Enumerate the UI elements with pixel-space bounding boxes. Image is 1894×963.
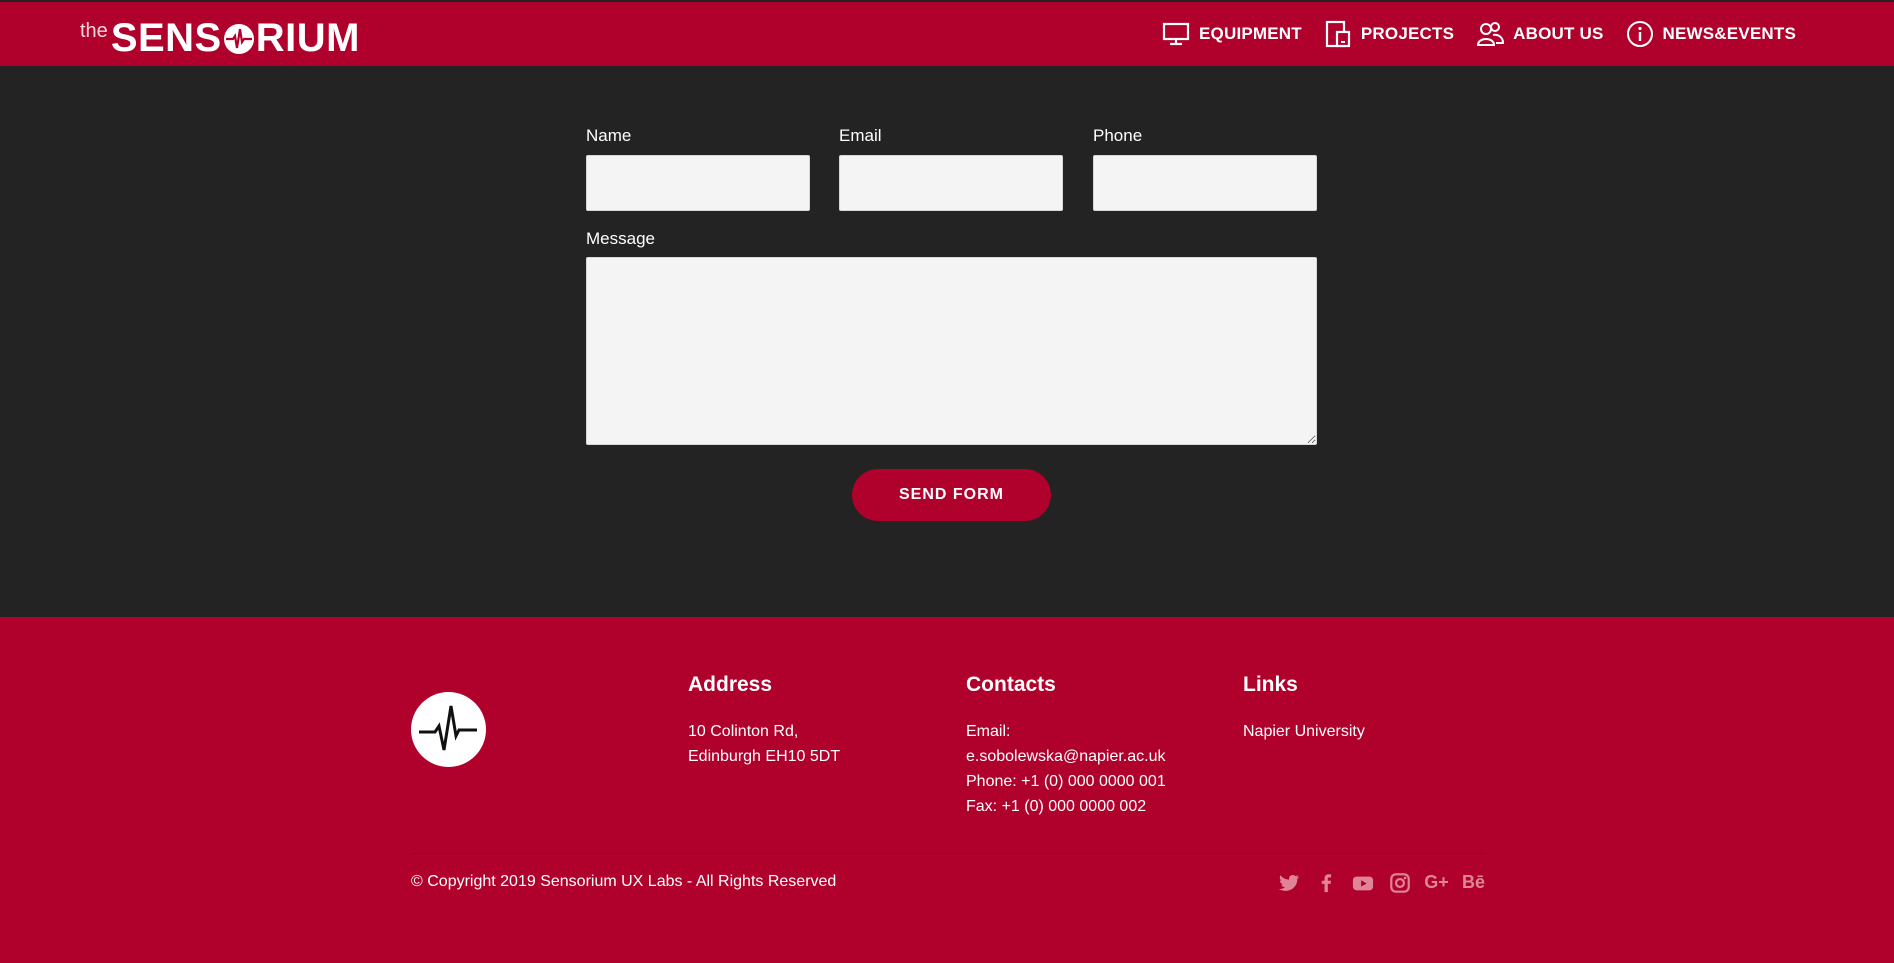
site-header: the SENS RIUM EQUIPMENT PROJECTS ABOUT U… bbox=[0, 0, 1894, 66]
nav-projects[interactable]: PROJECTS bbox=[1324, 20, 1454, 48]
message-textarea[interactable] bbox=[586, 257, 1317, 445]
youtube-icon[interactable] bbox=[1350, 870, 1375, 895]
google-plus-icon[interactable]: G+ bbox=[1424, 870, 1449, 895]
site-footer: Address 10 Colinton Rd, Edinburgh EH10 5… bbox=[0, 617, 1894, 963]
email-label-text: Email: bbox=[966, 723, 1011, 740]
phone-text: Phone: +1 (0) 000 0000 001 bbox=[966, 773, 1166, 790]
nav-about-us[interactable]: ABOUT US bbox=[1476, 20, 1603, 48]
nav-label: PROJECTS bbox=[1360, 24, 1455, 43]
copyright-text: © Copyright 2019 Sensorium UX Labs - All… bbox=[411, 873, 837, 890]
send-form-button[interactable]: SEND FORM bbox=[852, 469, 1051, 521]
address-line-1: 10 Colinton Rd, bbox=[688, 723, 799, 740]
footer-address: Address 10 Colinton Rd, Edinburgh EH10 5… bbox=[688, 673, 840, 769]
nav-label: EQUIPMENT bbox=[1199, 24, 1302, 43]
footer-divider bbox=[411, 853, 1486, 854]
phone-input[interactable] bbox=[1093, 155, 1317, 211]
logo-part1: SENS bbox=[110, 16, 222, 60]
contacts-heading: Contacts bbox=[966, 673, 1056, 696]
nav-label: NEWS&EVENTS bbox=[1662, 24, 1796, 43]
site-logo[interactable]: the SENS RIUM bbox=[80, 18, 360, 58]
logo-prefix: the bbox=[80, 20, 108, 42]
nav-equipment[interactable]: EQUIPMENT bbox=[1162, 20, 1302, 48]
footer-links: Links Napier University bbox=[1243, 673, 1365, 744]
message-label: Message bbox=[586, 229, 655, 248]
main-nav: EQUIPMENT PROJECTS ABOUT US NEWS&EVENTS bbox=[1162, 20, 1796, 48]
links-heading: Links bbox=[1243, 673, 1298, 696]
phone-label: Phone bbox=[1093, 126, 1143, 145]
name-label: Name bbox=[586, 126, 632, 145]
twitter-icon[interactable] bbox=[1276, 870, 1301, 895]
logo-part2: RIUM bbox=[255, 16, 360, 60]
nav-label: ABOUT US bbox=[1513, 24, 1604, 43]
link-napier-university[interactable]: Napier University bbox=[1243, 719, 1365, 744]
users-icon bbox=[1476, 20, 1505, 48]
devices-icon bbox=[1324, 20, 1352, 48]
footer-contacts: Contacts Email: e.sobolewska@napier.ac.u… bbox=[966, 673, 1166, 819]
monitor-icon bbox=[1162, 20, 1190, 48]
address-heading: Address bbox=[688, 673, 773, 696]
social-links: G+ Bē bbox=[1276, 870, 1486, 895]
fax-text: Fax: +1 (0) 000 0000 002 bbox=[966, 798, 1147, 815]
contact-form-section: Name Email Phone Message SEND FORM bbox=[0, 66, 1894, 617]
instagram-icon[interactable] bbox=[1387, 870, 1412, 895]
email-label: Email bbox=[839, 126, 882, 145]
name-input[interactable] bbox=[586, 155, 810, 211]
info-icon bbox=[1626, 20, 1654, 48]
email-link[interactable]: e.sobolewska@napier.ac.uk bbox=[966, 744, 1166, 769]
address-line-2: Edinburgh EH10 5DT bbox=[688, 748, 841, 765]
behance-icon[interactable]: Bē bbox=[1461, 870, 1486, 895]
logo-wordmark: SENS RIUM bbox=[111, 18, 360, 58]
heartbeat-icon bbox=[223, 24, 254, 54]
heartbeat-logo-icon bbox=[411, 692, 486, 767]
email-input[interactable] bbox=[839, 155, 1063, 211]
facebook-icon[interactable] bbox=[1313, 870, 1338, 895]
nav-news-events[interactable]: NEWS&EVENTS bbox=[1626, 20, 1797, 48]
